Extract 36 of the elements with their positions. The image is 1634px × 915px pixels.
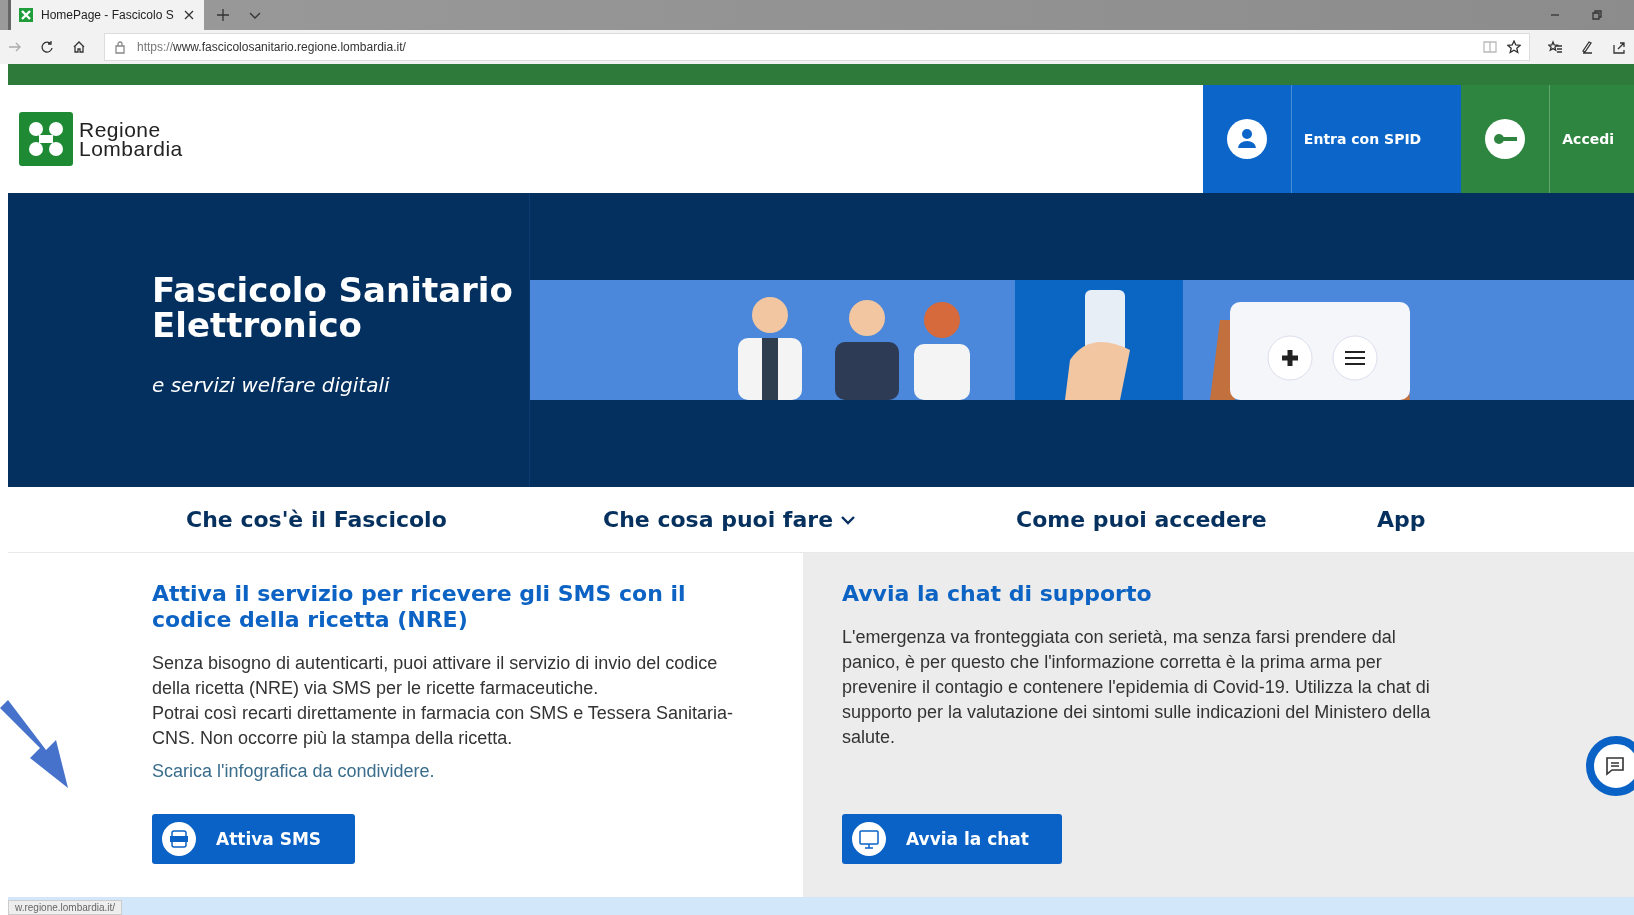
chat-icon bbox=[1604, 755, 1626, 777]
key-icon bbox=[1485, 119, 1526, 159]
home-icon[interactable] bbox=[72, 40, 86, 54]
lock-icon bbox=[113, 40, 127, 54]
sms-icon bbox=[162, 822, 196, 856]
login-button[interactable]: Accedi bbox=[1461, 85, 1634, 193]
nav-link[interactable]: Che cos'è il Fascicolo bbox=[186, 507, 447, 532]
star-icon[interactable] bbox=[1507, 40, 1521, 54]
nav-link[interactable]: Che cosa puoi fare bbox=[603, 507, 856, 532]
monitor-icon bbox=[852, 822, 886, 856]
status-url: w.regione.lombardia.it/ bbox=[8, 900, 123, 915]
logo-icon bbox=[19, 112, 73, 166]
logo-icon bbox=[19, 8, 33, 22]
favorites-icon[interactable] bbox=[1548, 40, 1562, 54]
pen-icon[interactable] bbox=[1580, 40, 1594, 54]
infographic-link[interactable]: Scarica l'infografica da condividere. bbox=[152, 761, 763, 782]
card-text: Potrai così recarti direttamente in farmacia con SMS e Tessera Sanitaria-CNS. Non occorre più la stampa della ricetta. bbox=[152, 702, 734, 750]
refresh-icon[interactable] bbox=[40, 40, 54, 54]
share-icon[interactable] bbox=[1612, 40, 1626, 54]
spid-login-button[interactable]: Entra con SPID bbox=[1202, 85, 1462, 193]
card-title: Attiva il servizio per ricevere gli SMS con il codice della ricetta (NRE) bbox=[152, 581, 687, 633]
logo-text: Regione Lombardia bbox=[79, 120, 183, 158]
sms-button[interactable]: Attiva SMS bbox=[152, 814, 355, 864]
plus-icon[interactable] bbox=[215, 8, 230, 22]
hero-subtitle: e servizi welfare digitali bbox=[152, 373, 391, 397]
card-text: Senza bisogno di autenticarti, puoi attivare il servizio di invio del codice della ricetta (NRE) via SMS per le ricette farmaceutiche. bbox=[152, 652, 719, 700]
restore-icon[interactable] bbox=[1590, 8, 1604, 22]
user-icon bbox=[1226, 119, 1267, 159]
nav-link[interactable]: Come puoi accedere bbox=[1016, 507, 1267, 532]
card-text: L'emergenza va fronteggiata con serietà, ma senza farsi prendere dal panico, è per questo che l'informazione corretta è la prima arma per prevenire il contagio e contenere l'epidemia di Covid-19. Utilizza la chat di supporto per la valutazione dei sintomi sulle indicazioni del Ministero della salute. bbox=[842, 626, 1432, 749]
card-title: Avvia la chat di supporto bbox=[842, 581, 1153, 607]
address-bar[interactable]: https://www.fascicolosanitario.regione.lombardia.it/ bbox=[104, 33, 1530, 61]
hero-title: Fascicolo Sanitario Elettronico bbox=[152, 273, 514, 343]
browser-tab[interactable]: HomePage - Fascicolo S bbox=[8, 0, 204, 30]
nav-link[interactable]: App bbox=[1377, 507, 1426, 532]
chat-button[interactable]: Avvia la chat bbox=[842, 814, 1062, 864]
